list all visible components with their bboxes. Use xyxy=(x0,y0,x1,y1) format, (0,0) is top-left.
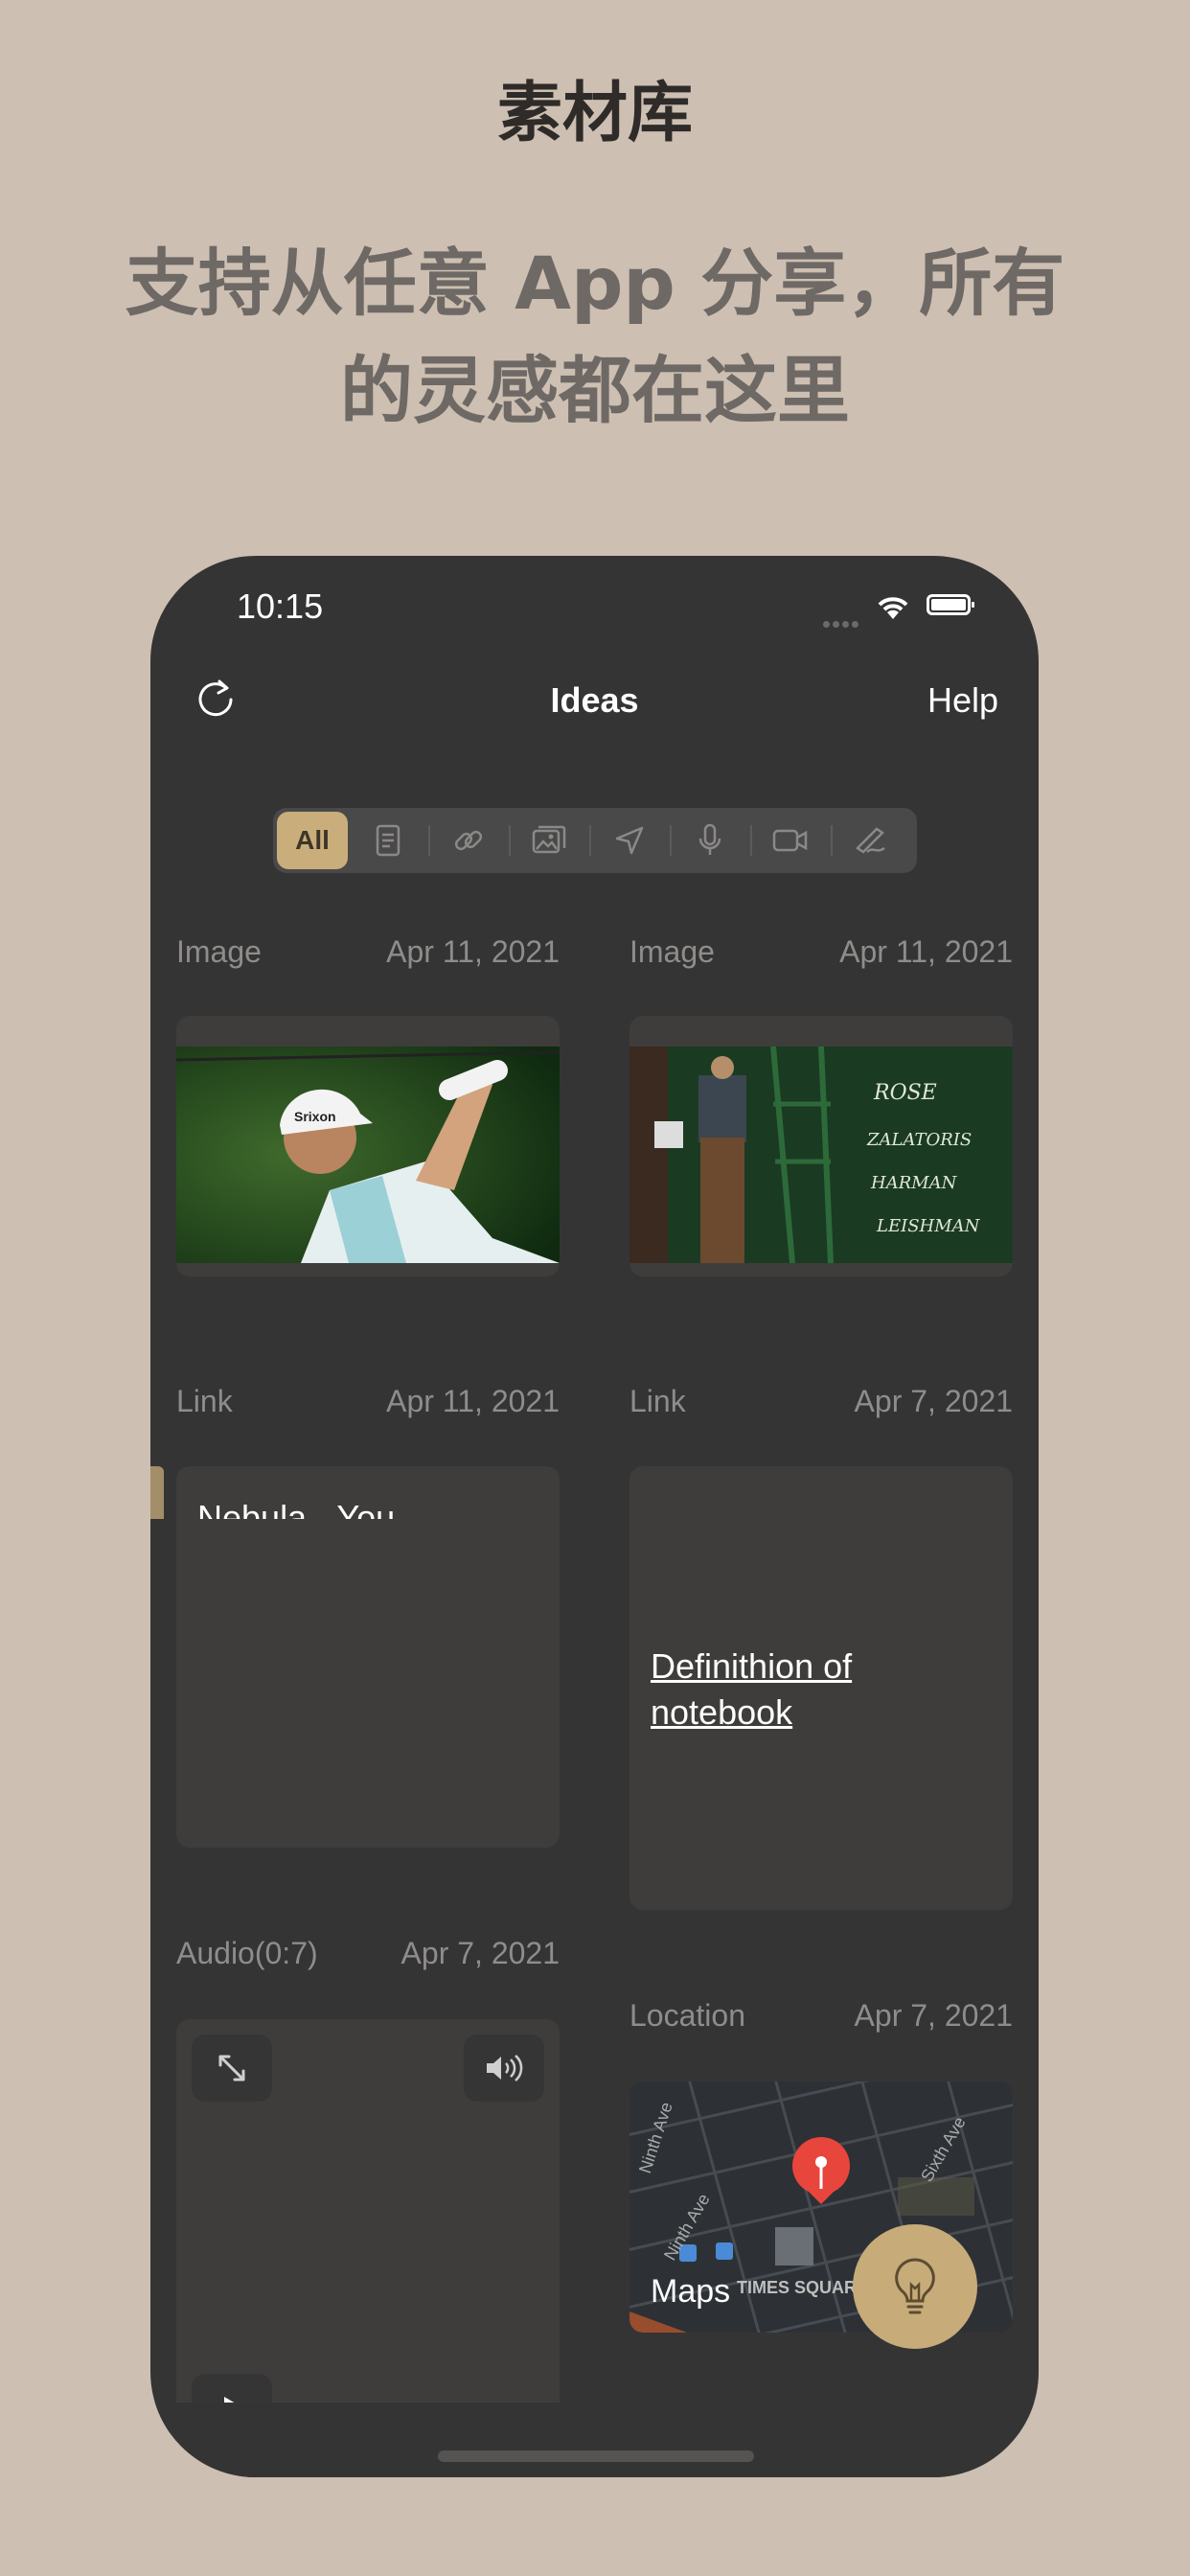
card-header: Location Apr 7, 2021 xyxy=(629,1998,1013,2036)
filter-image[interactable] xyxy=(509,808,589,873)
card-type: Link xyxy=(176,1384,233,1418)
signal-icon xyxy=(823,613,861,632)
link-card-notebook-body[interactable]: Definithion of notebook xyxy=(629,1519,1013,1910)
card-type: Image xyxy=(176,934,262,969)
card-date: Apr 11, 2021 xyxy=(386,1384,560,1418)
link-card-nebula[interactable]: Nebula - You Personal Knowledge System -… xyxy=(176,1466,560,1519)
location-icon xyxy=(615,826,644,855)
image-card-scoreboard[interactable]: ROSE ZALATORIS HARMAN LEISHMAN xyxy=(629,1016,1013,1276)
card-date: Apr 7, 2021 xyxy=(854,1384,1013,1418)
scoreboard-photo: ROSE ZALATORIS HARMAN LEISHMAN xyxy=(629,1046,1013,1263)
card-type: Audio(0:7) xyxy=(176,1936,318,1970)
golfer-photo: Srixon xyxy=(176,1046,560,1263)
image-icon xyxy=(532,825,566,854)
card-type: Image xyxy=(629,934,715,969)
status-time: 10:15 xyxy=(237,586,324,626)
svg-text:ZALATORIS: ZALATORIS xyxy=(866,1130,972,1150)
map-label: TIMES SQUARE xyxy=(737,2278,869,2297)
help-button[interactable]: Help xyxy=(927,680,998,721)
filter-handwriting[interactable] xyxy=(831,808,911,873)
page-title: Ideas xyxy=(550,680,639,720)
card-header: Link Apr 11, 2021 xyxy=(176,1384,560,1422)
phone-screen: 10:15 Ideas Help All Image Apr 11, 2021 … xyxy=(150,556,1039,1519)
wifi-icon xyxy=(878,597,908,619)
link-text[interactable]: Definithion of notebook xyxy=(651,1644,992,1736)
audio-card[interactable] xyxy=(176,2019,560,2403)
filter-video[interactable] xyxy=(750,808,831,873)
bottom-area xyxy=(150,2403,1039,2477)
lightbulb-icon xyxy=(895,2258,935,2314)
play-icon xyxy=(224,2397,235,2403)
filter-document[interactable] xyxy=(348,808,428,873)
side-tab-handle[interactable] xyxy=(150,1466,164,1519)
card-type: Link xyxy=(629,1384,686,1418)
card-date: Apr 11, 2021 xyxy=(386,934,560,969)
image-card-golfer[interactable]: Srixon xyxy=(176,1016,560,1276)
filter-audio[interactable] xyxy=(670,808,750,873)
phone-screen-lower: Definithion of notebook Audio(0:7) Apr 7… xyxy=(150,1519,1039,2477)
link-card-notebook[interactable] xyxy=(629,1466,1013,1519)
link-card-nebula-body[interactable] xyxy=(176,1519,560,1848)
card-header: Link Apr 7, 2021 xyxy=(629,1384,1013,1422)
microphone-icon xyxy=(698,823,721,855)
play-button[interactable] xyxy=(192,2374,272,2403)
handwriting-icon xyxy=(856,827,885,854)
link-text[interactable]: Nebula - You Personal Knowledge System -… xyxy=(197,1495,538,1519)
card-header: Image Apr 11, 2021 xyxy=(176,934,560,973)
card-header: Image Apr 11, 2021 xyxy=(629,934,1013,973)
filter-location[interactable] xyxy=(589,808,670,873)
promo-headline: 素材库 xyxy=(496,76,693,151)
home-indicator[interactable] xyxy=(438,2450,754,2462)
svg-text:HARMAN: HARMAN xyxy=(870,1173,958,1193)
svg-text:Srixon: Srixon xyxy=(294,1109,336,1124)
maps-brand: Maps xyxy=(651,2273,731,2310)
speaker-icon xyxy=(487,2055,523,2082)
expand-button[interactable] xyxy=(192,2035,272,2102)
svg-text:ROSE: ROSE xyxy=(873,1081,937,1105)
expand-icon xyxy=(218,2055,245,2082)
promo-subhead: 支持从任意 App 分享，所有的灵感都在这里 xyxy=(125,241,1065,433)
filter-all[interactable]: All xyxy=(277,812,348,869)
filter-bar: All xyxy=(273,808,917,873)
link-icon xyxy=(454,830,483,851)
filter-link[interactable] xyxy=(428,808,509,873)
card-type: Location xyxy=(629,1998,745,2033)
card-date: Apr 7, 2021 xyxy=(854,1998,1013,2033)
video-icon xyxy=(772,829,808,852)
volume-button[interactable] xyxy=(464,2035,544,2102)
document-icon xyxy=(376,824,400,857)
card-date: Apr 11, 2021 xyxy=(839,934,1013,969)
new-idea-button[interactable] xyxy=(853,2224,977,2349)
battery-icon xyxy=(927,594,974,615)
svg-text:LEISHMAN: LEISHMAN xyxy=(876,1216,981,1236)
card-date: Apr 7, 2021 xyxy=(400,1936,560,1970)
card-header: Audio(0:7) Apr 7, 2021 xyxy=(176,1936,560,1974)
filter-all-label: All xyxy=(295,825,330,855)
